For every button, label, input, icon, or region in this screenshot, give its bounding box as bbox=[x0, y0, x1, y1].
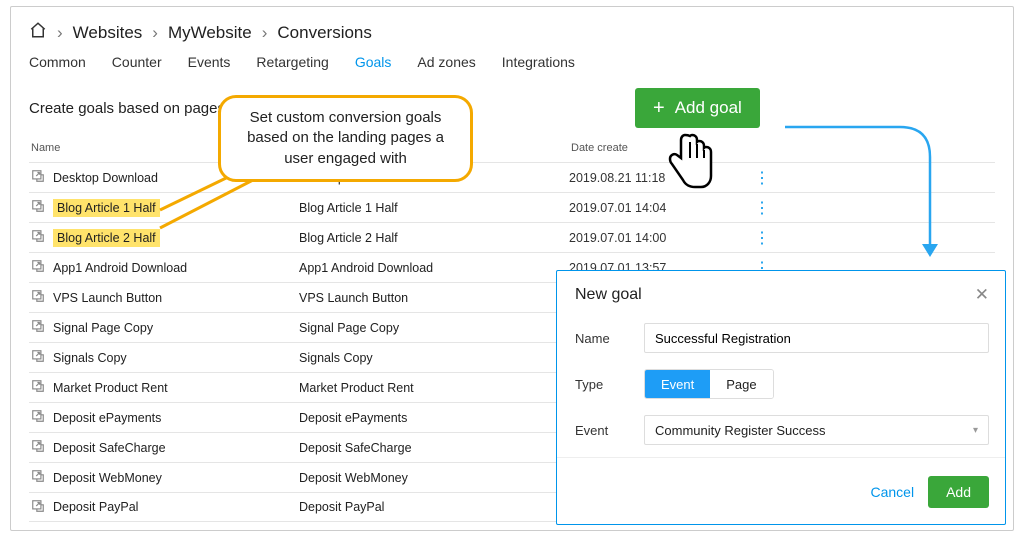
tab-common[interactable]: Common bbox=[29, 54, 86, 70]
tab-retargeting[interactable]: Retargeting bbox=[256, 54, 328, 70]
row-name: Deposit PayPal bbox=[53, 500, 138, 514]
row-name: App1 Android Download bbox=[53, 261, 187, 275]
type-segmented: Event Page bbox=[644, 369, 774, 399]
row-name: Market Product Rent bbox=[53, 381, 168, 395]
tabs: Common Counter Events Retargeting Goals … bbox=[29, 54, 995, 70]
toolbar: Create goals based on pages a + Add goal bbox=[29, 88, 995, 128]
row-label: Deposit SafeCharge bbox=[299, 441, 569, 455]
col-date-header: Date create bbox=[571, 142, 751, 154]
breadcrumb-level1[interactable]: Websites bbox=[73, 23, 143, 43]
add-button[interactable]: Add bbox=[928, 476, 989, 508]
event-select-value: Community Register Success bbox=[655, 423, 826, 438]
breadcrumb-level2[interactable]: MyWebsite bbox=[168, 23, 252, 43]
row-label: Blog Article 2 Half bbox=[299, 231, 569, 245]
goal-icon bbox=[31, 349, 45, 366]
chevron-down-icon: ▾ bbox=[973, 425, 978, 436]
annotation-callout: Set custom conversion goals based on the… bbox=[218, 95, 473, 182]
new-goal-dialog: New goal ✕ Name Type Event Page Event Co… bbox=[556, 270, 1006, 525]
row-name: Desktop Download bbox=[53, 171, 158, 185]
cancel-button[interactable]: Cancel bbox=[870, 476, 914, 508]
table-header: Name Label Date create bbox=[29, 138, 995, 162]
type-page-option[interactable]: Page bbox=[710, 370, 772, 398]
tab-events[interactable]: Events bbox=[188, 54, 231, 70]
row-label: Deposit ePayments bbox=[299, 411, 569, 425]
dialog-title: New goal bbox=[575, 286, 642, 304]
goal-icon bbox=[31, 409, 45, 426]
row-label: App1 Android Download bbox=[299, 261, 569, 275]
row-date: 2019.08.21 11:18 bbox=[569, 171, 749, 185]
goal-icon bbox=[31, 499, 45, 516]
breadcrumb-sep: › bbox=[57, 23, 63, 43]
row-label: Market Product Rent bbox=[299, 381, 569, 395]
breadcrumb: › Websites › MyWebsite › Conversions bbox=[29, 21, 995, 44]
goal-name-input[interactable] bbox=[644, 323, 989, 353]
plus-icon: + bbox=[653, 98, 665, 118]
table-row[interactable]: Blog Article 2 HalfBlog Article 2 Half20… bbox=[29, 222, 995, 252]
breadcrumb-sep: › bbox=[152, 23, 158, 43]
add-goal-label: Add goal bbox=[675, 98, 742, 118]
tab-counter[interactable]: Counter bbox=[112, 54, 162, 70]
row-name: Deposit ePayments bbox=[53, 411, 161, 425]
goal-icon bbox=[31, 439, 45, 456]
breadcrumb-sep: › bbox=[262, 23, 268, 43]
add-goal-button[interactable]: + Add goal bbox=[635, 88, 760, 128]
goal-icon bbox=[31, 319, 45, 336]
breadcrumb-level3[interactable]: Conversions bbox=[277, 23, 372, 43]
row-date: 2019.07.01 14:00 bbox=[569, 231, 749, 245]
row-name: Deposit SafeCharge bbox=[53, 441, 166, 455]
row-name: Deposit WebMoney bbox=[53, 471, 162, 485]
row-name: VPS Launch Button bbox=[53, 291, 162, 305]
row-label: Deposit PayPal bbox=[299, 500, 569, 514]
row-name: Blog Article 2 Half bbox=[53, 229, 160, 247]
goal-icon bbox=[31, 289, 45, 306]
type-label: Type bbox=[575, 377, 630, 392]
close-icon[interactable]: ✕ bbox=[975, 285, 989, 305]
event-label: Event bbox=[575, 423, 630, 438]
table-row[interactable]: Blog Article 1 HalfBlog Article 1 Half20… bbox=[29, 192, 995, 222]
table-row[interactable]: Desktop DownloadDesktop Download2019.08.… bbox=[29, 162, 995, 192]
type-event-option[interactable]: Event bbox=[645, 370, 710, 398]
row-label: Signal Page Copy bbox=[299, 321, 569, 335]
row-actions-menu[interactable]: ⋮ bbox=[749, 228, 773, 248]
row-actions-menu[interactable]: ⋮ bbox=[749, 168, 773, 188]
name-label: Name bbox=[575, 331, 630, 346]
home-icon[interactable] bbox=[29, 21, 47, 44]
goal-icon bbox=[31, 169, 45, 186]
row-date: 2019.07.01 14:04 bbox=[569, 201, 749, 215]
row-label: VPS Launch Button bbox=[299, 291, 569, 305]
row-name: Signal Page Copy bbox=[53, 321, 153, 335]
goal-icon bbox=[31, 379, 45, 396]
row-name: Blog Article 1 Half bbox=[53, 199, 160, 217]
goal-icon bbox=[31, 229, 45, 246]
row-label: Deposit WebMoney bbox=[299, 471, 569, 485]
row-label: Signals Copy bbox=[299, 351, 569, 365]
event-select[interactable]: Community Register Success ▾ bbox=[644, 415, 989, 445]
tab-adzones[interactable]: Ad zones bbox=[417, 54, 475, 70]
tab-integrations[interactable]: Integrations bbox=[502, 54, 575, 70]
row-actions-menu[interactable]: ⋮ bbox=[749, 198, 773, 218]
goal-icon bbox=[31, 469, 45, 486]
page-subtitle: Create goals based on pages a bbox=[29, 100, 237, 117]
row-name: Signals Copy bbox=[53, 351, 127, 365]
tab-goals[interactable]: Goals bbox=[355, 54, 392, 70]
goal-icon bbox=[31, 199, 45, 216]
goal-icon bbox=[31, 259, 45, 276]
row-label: Blog Article 1 Half bbox=[299, 201, 569, 215]
